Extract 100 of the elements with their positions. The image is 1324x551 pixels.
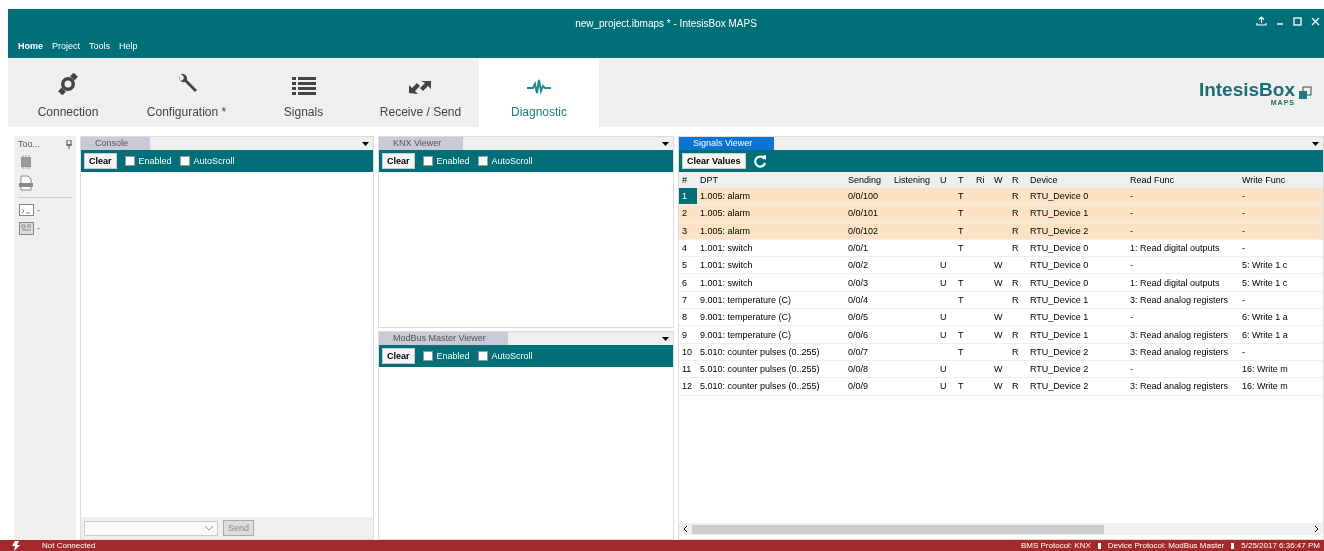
table-cell: 0/0/5 bbox=[845, 308, 891, 326]
ribbon-tab[interactable]: Configuration * bbox=[128, 58, 245, 127]
column-header[interactable]: Read Func bbox=[1127, 172, 1239, 188]
table-cell: 0/0/1 bbox=[845, 239, 891, 257]
refresh-icon[interactable] bbox=[753, 154, 767, 168]
lightning-bolt-icon bbox=[11, 540, 21, 551]
ribbon-tab[interactable]: Connection bbox=[8, 58, 128, 127]
row-number-cell[interactable]: 9 bbox=[679, 325, 697, 344]
table-cell: - bbox=[1127, 188, 1239, 205]
table-cell: W bbox=[991, 325, 1009, 344]
close-icon[interactable] bbox=[1311, 16, 1320, 26]
menu-item[interactable]: Tools bbox=[89, 41, 111, 51]
column-header[interactable]: R bbox=[1009, 172, 1027, 188]
menu-item[interactable]: Home bbox=[18, 41, 43, 51]
table-cell: R bbox=[1009, 291, 1027, 309]
maximize-icon[interactable] bbox=[1293, 16, 1302, 26]
column-header[interactable]: DPT bbox=[697, 172, 845, 188]
dropdown-caret-icon[interactable] bbox=[662, 336, 669, 341]
table-cell: U bbox=[937, 377, 955, 396]
table-cell: W bbox=[991, 274, 1009, 292]
panel-tab[interactable]: KNX Viewer bbox=[379, 137, 464, 150]
table-cell: 1.001: switch bbox=[697, 239, 845, 257]
two-arrows-icon bbox=[408, 79, 433, 95]
table-cell: 0/0/4 bbox=[845, 291, 891, 309]
checkbox-label: AutoScroll bbox=[491, 351, 533, 361]
horizontal-scrollbar[interactable] bbox=[679, 523, 1323, 535]
menu-item[interactable]: Help bbox=[119, 41, 138, 51]
clear-button[interactable]: Clear bbox=[84, 153, 117, 169]
column-header[interactable]: Listening bbox=[891, 172, 937, 188]
row-number-cell[interactable]: 12 bbox=[679, 377, 697, 396]
table-cell: R bbox=[1009, 188, 1027, 205]
column-header[interactable]: # bbox=[679, 172, 697, 188]
dropdown-caret-icon[interactable] bbox=[662, 141, 669, 146]
row-number-cell[interactable]: 8 bbox=[679, 308, 697, 326]
column-header[interactable]: Device bbox=[1027, 172, 1127, 188]
ribbon-tab[interactable]: Diagnostic bbox=[479, 58, 599, 127]
table-cell: 0/0/3 bbox=[845, 274, 891, 292]
table-cell: T bbox=[955, 291, 973, 309]
dropdown-caret-icon[interactable] bbox=[362, 141, 369, 146]
table-cell: W bbox=[991, 360, 1009, 378]
clear-button[interactable]: Clear bbox=[382, 348, 415, 364]
table-cell: - bbox=[1239, 291, 1323, 309]
checkbox[interactable] bbox=[477, 156, 488, 166]
pin-icon[interactable] bbox=[66, 139, 72, 149]
table-cell: R bbox=[1009, 325, 1027, 344]
row-number-cell[interactable]: 11 bbox=[679, 360, 697, 378]
table-cell: R bbox=[1009, 343, 1027, 361]
column-header[interactable]: U bbox=[937, 172, 955, 188]
panel-tab[interactable]: ModBus Master Viewer bbox=[379, 332, 508, 345]
column-header[interactable]: W bbox=[991, 172, 1009, 188]
row-number-cell[interactable]: 10 bbox=[679, 343, 697, 361]
column-header[interactable]: Ri bbox=[973, 172, 991, 188]
table-cell: T bbox=[955, 343, 973, 361]
pulse-wave-icon bbox=[527, 79, 551, 95]
checkbox[interactable] bbox=[179, 156, 190, 166]
status-text: 5/25/2017 6:36:47 PM bbox=[1241, 540, 1320, 551]
column-header[interactable]: Sending bbox=[845, 172, 891, 188]
list-icon bbox=[291, 77, 316, 95]
column-header[interactable]: T bbox=[955, 172, 973, 188]
checkbox[interactable] bbox=[422, 156, 433, 166]
row-number-cell[interactable]: 4 bbox=[679, 239, 697, 257]
table-cell: 3: Read analog registers bbox=[1127, 377, 1239, 396]
table-cell: U bbox=[937, 325, 955, 344]
table-cell: W bbox=[991, 377, 1009, 396]
checkbox[interactable] bbox=[422, 351, 433, 361]
ribbon-tab[interactable]: Receive / Send bbox=[362, 58, 479, 127]
table-cell: U bbox=[937, 274, 955, 292]
layout-icon[interactable] bbox=[19, 222, 41, 235]
row-number-cell[interactable]: 5 bbox=[679, 256, 697, 274]
terminal-icon[interactable] bbox=[19, 204, 41, 216]
table-cell: R bbox=[1009, 377, 1027, 396]
ribbon-tab[interactable]: Signals bbox=[245, 58, 362, 127]
checkbox-label: Enabled bbox=[436, 156, 470, 166]
row-number-cell[interactable]: 1 bbox=[679, 188, 697, 205]
clear-button[interactable]: Clear bbox=[382, 153, 415, 169]
table-cell: T bbox=[955, 274, 973, 292]
checkbox-label: AutoScroll bbox=[193, 156, 235, 166]
table-cell: 16: Write m bbox=[1239, 377, 1323, 396]
log-document-icon[interactable] bbox=[19, 175, 33, 191]
table-cell: - bbox=[1239, 188, 1323, 205]
table-cell: 6: Write 1 a bbox=[1239, 308, 1323, 326]
table-cell: - bbox=[1239, 343, 1323, 361]
table-cell: 5.010: counter pulses (0..255) bbox=[697, 377, 845, 396]
table-cell: 1.005: alarm bbox=[697, 188, 845, 205]
table-cell: 0/0/100 bbox=[845, 188, 891, 205]
upload-icon[interactable] bbox=[1256, 16, 1267, 26]
table-cell: - bbox=[1127, 308, 1239, 326]
row-number-cell[interactable]: 7 bbox=[679, 291, 697, 309]
table-cell: 1.001: switch bbox=[697, 256, 845, 274]
panel-tab[interactable]: Console bbox=[81, 137, 151, 150]
dropdown-caret-icon[interactable] bbox=[1312, 141, 1319, 146]
checkbox[interactable] bbox=[477, 351, 488, 361]
row-number-cell[interactable]: 6 bbox=[679, 274, 697, 292]
table-cell: - bbox=[1127, 256, 1239, 274]
checkbox[interactable] bbox=[124, 156, 135, 166]
menu-item[interactable]: Project bbox=[52, 41, 81, 51]
column-header[interactable]: Write Func bbox=[1239, 172, 1323, 188]
clear-values-button[interactable]: Clear Values bbox=[682, 153, 746, 169]
panel-tab[interactable]: Signals Viewer bbox=[679, 137, 775, 150]
table-cell: 1: Read digital outputs bbox=[1127, 239, 1239, 257]
